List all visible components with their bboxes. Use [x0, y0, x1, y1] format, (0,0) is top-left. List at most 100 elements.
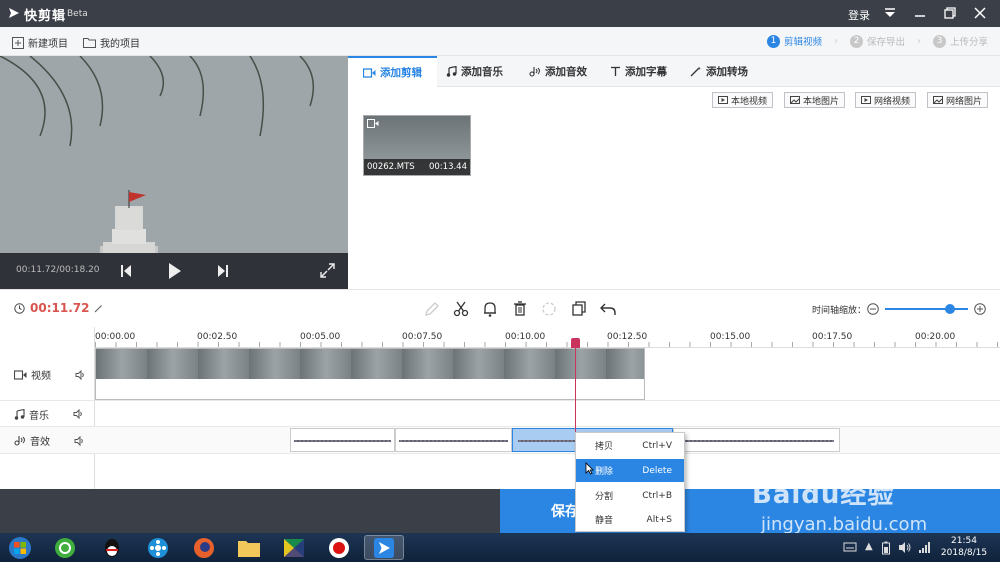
clip-thumbnails: [96, 349, 644, 379]
sfx-clip[interactable]: [673, 428, 840, 452]
edit-pencil-icon[interactable]: [423, 300, 441, 318]
zoom-label: 时间轴缩放：: [812, 306, 867, 316]
zoom-out-icon[interactable]: [867, 303, 879, 315]
fullscreen-icon[interactable]: [320, 263, 335, 278]
keyboard-icon[interactable]: [843, 540, 857, 554]
step-edit-video[interactable]: 1 剪辑视频: [766, 34, 822, 48]
taskbar-app-recorder[interactable]: [319, 535, 359, 560]
main-toolbar: 新建项目 我的项目 1 剪辑视频 › 2 保存导出 › 3 上传分享: [0, 27, 1000, 56]
speaker-icon[interactable]: [75, 369, 86, 380]
copy-icon[interactable]: [570, 300, 588, 318]
tab-add-transition[interactable]: 添加转场: [690, 56, 748, 87]
video-camera-icon: [363, 67, 376, 78]
video-camera-icon: [14, 369, 27, 380]
ruler-label: 00:07.50: [402, 332, 443, 342]
menu-label: 删除: [595, 467, 614, 477]
battery-icon[interactable]: [881, 541, 891, 555]
system-clock[interactable]: 21:54 2018/8/15: [936, 535, 992, 559]
login-link[interactable]: 登录: [848, 7, 870, 23]
ruler-label: 00:15.00: [710, 332, 751, 342]
new-project-button[interactable]: 新建项目: [12, 35, 68, 50]
next-frame-icon[interactable]: [217, 264, 229, 278]
menu-item-mute[interactable]: 静音 Alt+S: [576, 508, 684, 531]
local-video-button[interactable]: 本地视频: [712, 92, 774, 108]
zoom-in-icon[interactable]: [974, 303, 986, 315]
tab-add-music[interactable]: 添加音乐: [446, 56, 503, 87]
track-name: 音乐: [29, 410, 49, 422]
step-number: 3: [932, 34, 946, 48]
step-upload-share[interactable]: 3 上传分享: [932, 34, 988, 48]
browser-icon: [55, 537, 75, 558]
taskbar-app-browser[interactable]: [45, 535, 85, 560]
menu-shortcut: Alt+S: [646, 514, 672, 525]
taskbar-app-kuaijianji[interactable]: [364, 535, 404, 560]
scissors-icon[interactable]: [452, 300, 470, 318]
menu-dropdown-icon[interactable]: [881, 4, 899, 22]
volume-icon[interactable]: [898, 541, 912, 554]
source-label: 网络图片: [946, 96, 983, 107]
speaker-icon[interactable]: [74, 435, 85, 446]
undo-icon[interactable]: [599, 300, 617, 318]
menu-shortcut: Delete: [642, 465, 672, 476]
sound-effect-icon: [14, 436, 25, 446]
close-icon[interactable]: [971, 4, 989, 22]
preview-time: 00:11.72/00:18.20: [16, 265, 100, 275]
restore-icon[interactable]: [941, 4, 959, 22]
taskbar-app-qq[interactable]: [92, 535, 132, 560]
zoom-slider-handle[interactable]: [945, 304, 955, 314]
menu-label: 静音: [595, 516, 614, 526]
watermark-url: jingyan.baidu.com: [761, 514, 928, 535]
pencil-icon[interactable]: [94, 304, 103, 313]
bell-icon[interactable]: [481, 300, 499, 318]
start-button[interactable]: [2, 535, 38, 560]
taskbar: ▲ 21:54 2018/8/15: [0, 533, 1000, 562]
ruler-label: 00:20.00: [915, 332, 956, 342]
sfx-track-label: 音效: [0, 427, 94, 454]
menu-item-copy[interactable]: 拷贝 Ctrl+V: [576, 434, 684, 457]
sfx-clip[interactable]: [290, 428, 395, 452]
taskbar-app-firefox[interactable]: [184, 535, 224, 560]
trash-icon[interactable]: [511, 300, 529, 318]
media-panel: 添加剪辑 添加音乐 添加音效 添加字幕 添加转场 本地视频 本地图片 网络视频 …: [348, 56, 1000, 289]
menu-item-split[interactable]: 分割 Ctrl+B: [576, 484, 684, 507]
tab-add-clip[interactable]: 添加剪辑: [348, 56, 437, 87]
speaker-icon[interactable]: [73, 409, 84, 419]
time-ruler[interactable]: 00:00.00 00:02.50 00:05.00 00:07.50 00:1…: [95, 327, 1000, 348]
taskbar-app-explorer[interactable]: [229, 535, 269, 560]
tab-add-sfx[interactable]: 添加音效: [529, 56, 587, 87]
taskbar-app-game[interactable]: [274, 535, 314, 560]
edit-toolbar: 00:11.72 时间轴缩放：: [0, 289, 1000, 327]
mouse-cursor-icon: [585, 462, 594, 475]
ruler-ticks: [95, 342, 1000, 347]
tab-add-subtitle[interactable]: 添加字幕: [610, 56, 667, 87]
network-signal-icon[interactable]: [918, 541, 931, 554]
waveform: [399, 440, 508, 442]
prev-frame-icon[interactable]: [120, 264, 132, 278]
my-projects-button[interactable]: 我的项目: [83, 35, 140, 50]
folder-icon: [238, 540, 260, 557]
minimize-icon[interactable]: [911, 4, 929, 22]
app-flag-icon: [284, 538, 304, 557]
step-save-export[interactable]: 2 保存导出: [849, 34, 905, 48]
current-time-value: 00:11.72: [30, 301, 90, 315]
media-item[interactable]: 00262.MTS 00:13.44: [363, 115, 471, 176]
crop-icon[interactable]: [540, 300, 558, 318]
track-name: 视频: [31, 371, 51, 382]
music-track-label: 音乐: [0, 401, 94, 427]
sfx-clip[interactable]: [395, 428, 512, 452]
zoom-slider-track[interactable]: [885, 308, 968, 310]
video-clip[interactable]: [95, 348, 645, 400]
clock-date: 2018/8/15: [940, 548, 988, 558]
video-preview: 00:11.72/00:18.20: [0, 56, 348, 289]
firefox-icon: [194, 537, 214, 558]
play-icon[interactable]: [168, 262, 182, 280]
online-video-button[interactable]: 网络视频: [855, 92, 917, 108]
taskbar-app-media[interactable]: [138, 535, 178, 560]
tray-expand-icon[interactable]: ▲: [865, 541, 873, 552]
app-logo-icon: [374, 537, 394, 558]
local-image-button[interactable]: 本地图片: [784, 92, 846, 108]
ruler-label: 00:12.50: [607, 332, 648, 342]
text-icon: [611, 66, 620, 76]
online-image-button[interactable]: 网络图片: [927, 92, 989, 108]
step-number: 1: [766, 34, 780, 48]
